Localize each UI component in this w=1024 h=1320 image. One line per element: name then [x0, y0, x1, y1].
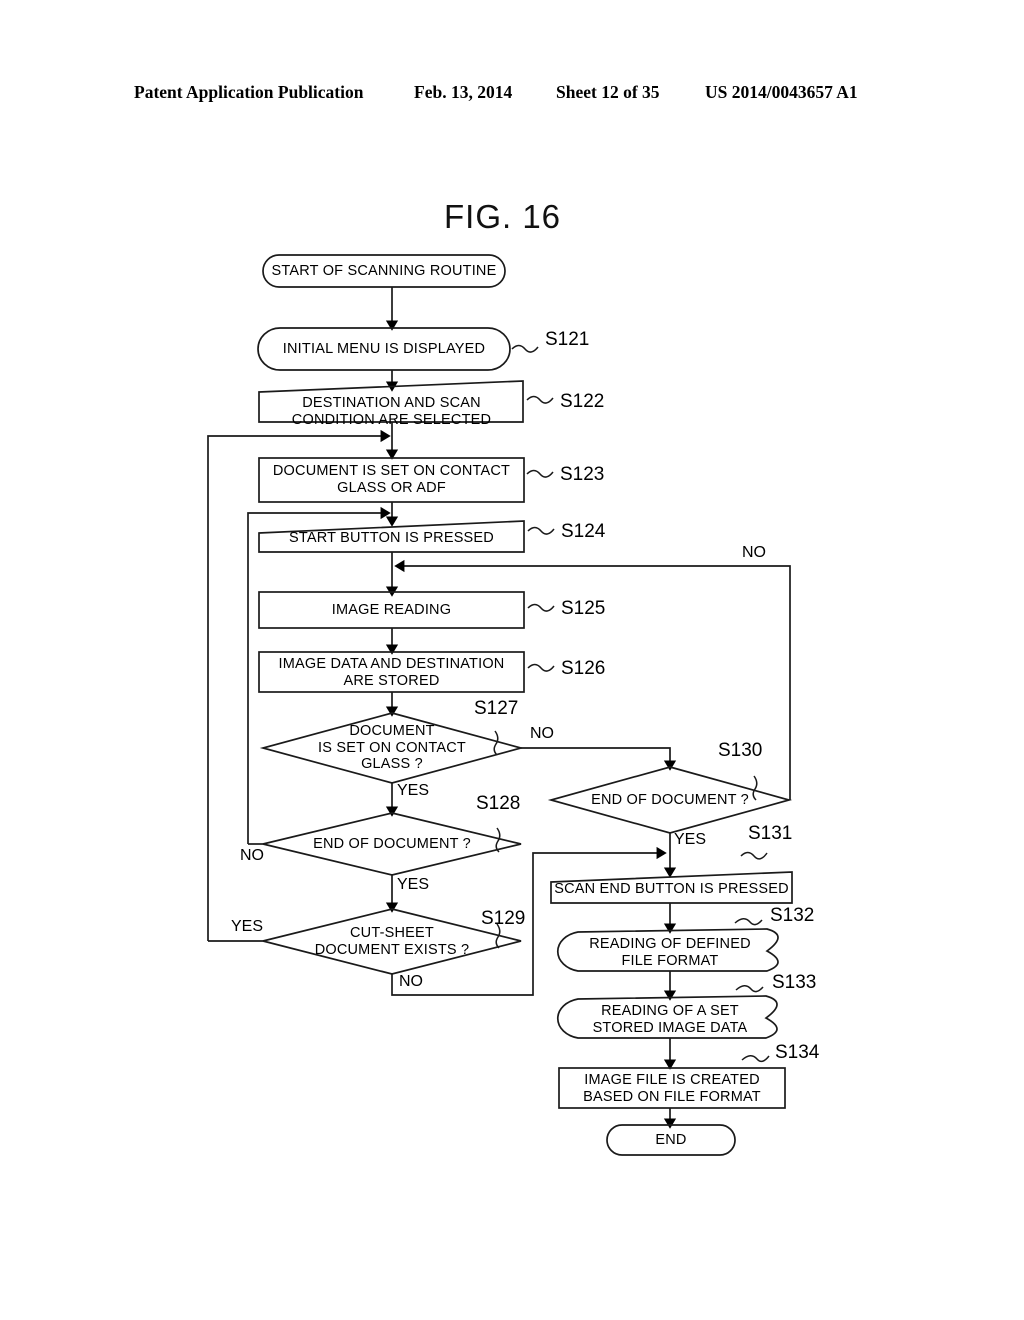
node-s128-shape	[262, 812, 522, 876]
node-s122-label: DESTINATION AND SCAN CONDITION ARE SELEC…	[291, 395, 492, 428]
step-label-s132: S132	[770, 905, 815, 926]
node-s125-shape	[258, 591, 525, 629]
step-label-s123: S123	[560, 464, 605, 485]
edge-label-s130-yes: YES	[674, 831, 707, 848]
edge-label-s129-no: NO	[399, 973, 423, 990]
step-label-s131: S131	[748, 823, 793, 844]
edge-label-s128-no: NO	[240, 847, 264, 864]
edge-label-s127-yes: YES	[397, 782, 430, 799]
node-s121-shape	[257, 327, 511, 371]
node-s127-label: DOCUMENT IS SET ON CONTACT GLASS ?	[318, 723, 466, 772]
edge-label-s127-no: NO	[530, 725, 554, 742]
node-start-shape	[262, 254, 506, 288]
node-s129-label: CUT-SHEET DOCUMENT EXISTS ?	[314, 925, 470, 958]
node-s131-shape	[550, 871, 793, 904]
step-label-s127: S127	[474, 698, 519, 719]
step-label-s129: S129	[481, 908, 526, 929]
step-label-s133: S133	[772, 972, 817, 993]
step-label-s125: S125	[561, 598, 606, 619]
node-s134-label: IMAGE FILE IS CREATED BASED ON FILE FORM…	[583, 1072, 761, 1105]
node-s133-label: READING OF A SET STORED IMAGE DATA	[592, 1003, 748, 1036]
step-label-s128: S128	[476, 793, 521, 814]
patent-page: Patent Application Publication Feb. 13, …	[0, 0, 1024, 1320]
edge-label-s128-yes: YES	[397, 876, 430, 893]
node-s123-label: DOCUMENT IS SET ON CONTACT GLASS OR ADF	[272, 463, 511, 496]
edge-label-s130-no: NO	[742, 544, 766, 561]
node-s124-shape	[258, 520, 525, 553]
node-end-shape	[606, 1124, 736, 1156]
node-s126-label: IMAGE DATA AND DESTINATION ARE STORED	[278, 656, 505, 689]
node-s132-label: READING OF DEFINED FILE FORMAT	[589, 936, 751, 969]
step-label-s121: S121	[545, 329, 590, 350]
step-label-s124: S124	[561, 521, 606, 542]
step-label-s126: S126	[561, 658, 606, 679]
step-label-s134: S134	[775, 1042, 820, 1063]
step-label-s130: S130	[718, 740, 763, 761]
step-label-s122: S122	[560, 391, 605, 412]
edge-label-s129-yes: YES	[231, 918, 264, 935]
